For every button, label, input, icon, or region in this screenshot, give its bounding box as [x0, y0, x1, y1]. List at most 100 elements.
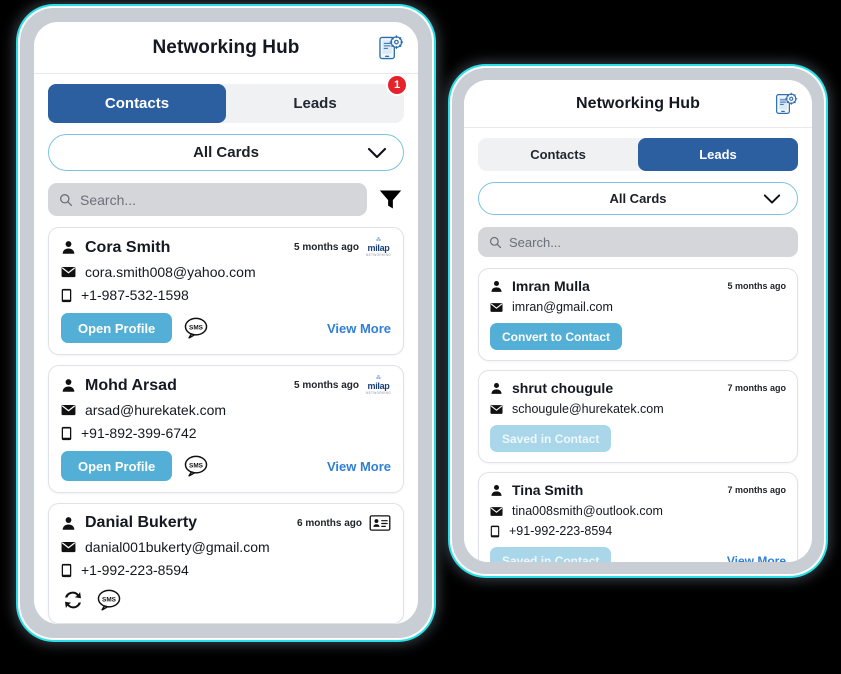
mobile-phone-icon — [61, 563, 72, 578]
contact-email-line: cora.smith008@yahoo.com — [61, 264, 391, 280]
contact-phone: +1-992-223-8594 — [81, 562, 189, 579]
app-header: Networking Hub — [464, 80, 812, 128]
mobile-phone-icon — [61, 288, 72, 303]
contact-email: arsad@hurekatek.com — [85, 402, 227, 419]
view-more-link[interactable]: View More — [727, 554, 786, 563]
device-settings-icon[interactable] — [377, 34, 404, 61]
tab-contacts-label: Contacts — [530, 147, 586, 162]
contact-name: Mohd Arsad — [85, 376, 177, 394]
page-title: Networking Hub — [575, 94, 701, 112]
milap-logo: ⁂ milap NETWORKING — [366, 375, 391, 396]
phone-mockup-leads: Networking Hub Contacts Leads All Cards … — [452, 68, 824, 574]
leads-badge: 1 — [386, 74, 408, 96]
contact-phone-line: +91-892-399-6742 — [61, 425, 391, 441]
lead-timestamp: 5 months ago — [727, 281, 786, 291]
svg-text:SMS: SMS — [189, 325, 204, 332]
open-profile-button[interactable]: Open Profile — [61, 451, 173, 482]
table-row[interactable]: shrut chougule 7 months ago schougule@hu… — [478, 370, 798, 463]
lead-email-line: tina008smith@outlook.com — [490, 504, 786, 518]
tab-contacts[interactable]: Contacts — [478, 138, 638, 171]
email-icon — [61, 404, 76, 416]
svg-text:SMS: SMS — [189, 463, 204, 470]
page-title: Networking Hub — [152, 36, 300, 58]
device-settings-icon[interactable] — [774, 92, 798, 116]
card-header: Tina Smith 7 months ago — [490, 482, 786, 498]
contact-timestamp: 5 months ago — [294, 380, 360, 392]
lead-phone: +91-992-223-8594 — [509, 524, 613, 538]
person-icon — [61, 516, 76, 531]
leads-card-list: Imran Mulla 5 months ago imran@gmail.com — [464, 257, 812, 562]
tab-leads[interactable]: Leads — [638, 138, 798, 171]
search-input[interactable] — [509, 234, 787, 250]
card-filter-container: All Cards — [34, 123, 418, 171]
phone-mockup-contacts: Networking Hub Contacts Leads 1 All Card… — [20, 8, 432, 638]
card-header: Cora Smith 5 months ago ⁂ milap NETWORKING — [61, 238, 391, 257]
contact-email-line: arsad@hurekatek.com — [61, 402, 391, 418]
table-row[interactable]: Imran Mulla 5 months ago imran@gmail.com — [478, 268, 798, 361]
person-icon — [490, 382, 503, 395]
open-profile-button[interactable]: Open Profile — [61, 313, 173, 344]
card-actions: Saved in Contact View More — [490, 547, 786, 562]
contact-name: Danial Bukerty — [85, 514, 198, 532]
search-box[interactable] — [48, 183, 367, 216]
email-icon — [490, 404, 503, 415]
phone-screen-leads: Networking Hub Contacts Leads All Cards … — [464, 80, 812, 562]
screenshot-stage: Networking Hub Contacts Leads 1 All Card… — [0, 0, 841, 674]
lead-name: Tina Smith — [512, 482, 584, 498]
convert-to-contact-button[interactable]: Convert to Contact — [490, 323, 622, 350]
view-more-link[interactable]: View More — [327, 321, 391, 336]
chevron-down-icon — [367, 147, 387, 159]
card-header: Mohd Arsad 5 months ago ⁂ milap NETWORKING — [61, 376, 391, 395]
search-input[interactable] — [80, 191, 356, 208]
email-icon — [61, 541, 76, 553]
all-cards-select-value: All Cards — [609, 191, 667, 206]
sms-bubble-icon[interactable]: SMS — [96, 589, 122, 611]
all-cards-select-value: All Cards — [193, 144, 259, 161]
sms-bubble-icon[interactable]: SMS — [183, 455, 209, 477]
contact-timestamp: 6 months ago — [296, 517, 362, 529]
table-row[interactable]: Mohd Arsad 5 months ago ⁂ milap NETWORKING — [48, 365, 404, 494]
contact-phone: +91-892-399-6742 — [81, 425, 197, 442]
contact-email: danial001bukerty@gmail.com — [85, 539, 270, 556]
contact-email-line: danial001bukerty@gmail.com — [61, 539, 391, 555]
mobile-phone-icon — [490, 525, 500, 538]
all-cards-select[interactable]: All Cards — [48, 134, 404, 171]
lead-phone-line: +91-992-223-8594 — [490, 524, 786, 538]
table-row[interactable]: Tina Smith 7 months ago tina008smith@out… — [478, 472, 798, 562]
lead-email: imran@gmail.com — [512, 300, 613, 314]
lead-email-line: imran@gmail.com — [490, 300, 786, 314]
all-cards-select[interactable]: All Cards — [478, 182, 798, 215]
search-box[interactable] — [478, 227, 798, 257]
contact-phone: +1-987-532-1598 — [81, 287, 189, 304]
tab-contacts-label: Contacts — [104, 95, 170, 112]
email-icon — [490, 302, 503, 313]
card-actions: Convert to Contact — [490, 323, 786, 350]
card-header: Imran Mulla 5 months ago — [490, 278, 786, 294]
tab-leads-label: Leads — [699, 147, 737, 162]
tab-bar: Contacts Leads — [478, 138, 798, 171]
phone-screen-contacts: Networking Hub Contacts Leads 1 All Card… — [34, 22, 418, 624]
app-header: Networking Hub — [34, 22, 418, 74]
sms-bubble-icon[interactable]: SMS — [183, 317, 209, 339]
view-more-link[interactable]: View More — [327, 459, 391, 474]
contact-card-icon — [369, 515, 391, 532]
lead-name: shrut chougule — [512, 380, 614, 396]
lead-timestamp: 7 months ago — [727, 383, 786, 393]
funnel-filter-icon[interactable] — [377, 186, 404, 213]
table-row[interactable]: Cora Smith 5 months ago ⁂ milap NETWORKING — [48, 227, 404, 356]
card-actions: Open Profile SMS View More — [61, 451, 391, 482]
contact-name: Cora Smith — [85, 238, 171, 256]
table-row[interactable]: Danial Bukerty 6 months ago danial001buk… — [48, 503, 404, 624]
chevron-down-icon — [763, 193, 781, 204]
svg-text:SMS: SMS — [102, 597, 117, 604]
tab-leads[interactable]: Leads — [226, 84, 404, 123]
milap-logo: ⁂ milap NETWORKING — [366, 237, 391, 257]
card-header: Danial Bukerty 6 months ago — [61, 514, 391, 532]
card-actions: SMS — [61, 588, 391, 612]
sync-refresh-icon[interactable] — [61, 588, 85, 612]
person-icon — [61, 378, 76, 393]
card-actions: Saved in Contact — [490, 425, 786, 452]
mobile-phone-icon — [61, 426, 72, 441]
search-row — [34, 171, 418, 216]
tab-contacts[interactable]: Contacts — [48, 84, 226, 123]
